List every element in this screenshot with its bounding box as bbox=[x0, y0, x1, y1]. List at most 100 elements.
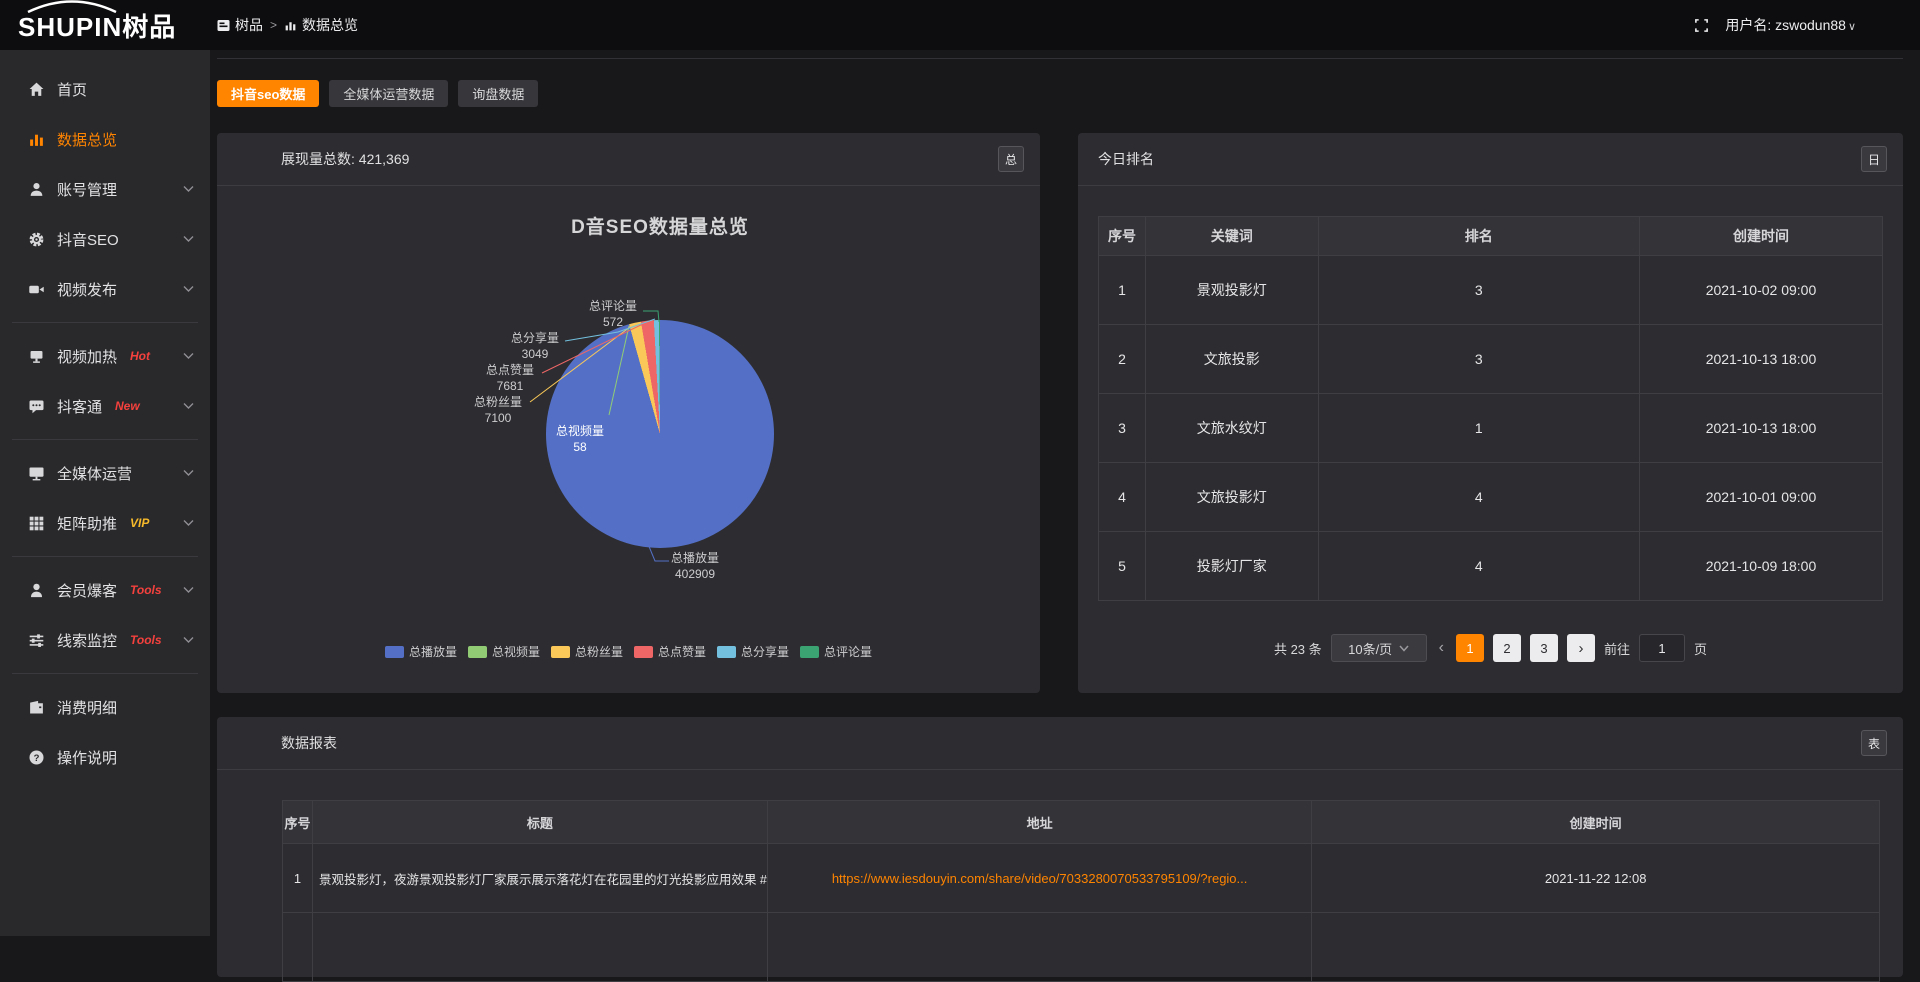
pie-label: 总播放量402909 bbox=[645, 550, 745, 582]
sidebar-badge: Tools bbox=[130, 633, 162, 647]
cell-rank: 1 bbox=[1318, 394, 1639, 463]
cell-keyword: 文旅投影 bbox=[1146, 325, 1318, 394]
legend-item[interactable]: 总点赞量 bbox=[634, 643, 706, 660]
sidebar-item-douketong[interactable]: 抖客通New bbox=[0, 381, 210, 431]
legend-item[interactable]: 总分享量 bbox=[717, 643, 789, 660]
page-size-select[interactable]: 10条/页 bbox=[1331, 634, 1427, 662]
gear-icon bbox=[28, 231, 45, 248]
table-row: 1景观投影灯，夜游景观投影灯厂家展示展示落花灯在花园里的灯光投影应用效果 #ht… bbox=[283, 844, 1880, 913]
sidebar-item-instructions[interactable]: ?操作说明 bbox=[0, 732, 210, 782]
cell-rank: 4 bbox=[1318, 532, 1639, 601]
legend-label: 总粉丝量 bbox=[575, 643, 623, 660]
sidebar-item-lead-monitor[interactable]: 线索监控Tools bbox=[0, 615, 210, 665]
sidebar-item-label: 消费明细 bbox=[57, 697, 117, 718]
sidebar-divider bbox=[12, 556, 198, 557]
column-header: 创建时间 bbox=[1639, 217, 1882, 256]
sidebar-menu: 首页数据总览账号管理抖音SEO 视频发布视频加热Hot抖客通New 全媒体运营矩阵助… bbox=[0, 50, 210, 936]
home-icon bbox=[28, 81, 45, 98]
sidebar-item-douyin-seo[interactable]: 抖音SEO bbox=[0, 214, 210, 264]
video-link[interactable]: https://www.iesdouyin.com/share/video/70… bbox=[767, 844, 1311, 913]
sidebar-item-member-tools[interactable]: 会员爆客Tools bbox=[0, 565, 210, 615]
tab-douyin-seo-data[interactable]: 抖音seo数据 bbox=[217, 80, 319, 107]
legend-item[interactable]: 总评论量 bbox=[800, 643, 872, 660]
tab-inquiry-data[interactable]: 询盘数据 bbox=[458, 80, 538, 107]
cell-rank: 3 bbox=[1318, 256, 1639, 325]
sidebar-item-account-management[interactable]: 账号管理 bbox=[0, 164, 210, 214]
bar-chart-icon bbox=[284, 19, 297, 32]
cell-rank: 4 bbox=[1318, 463, 1639, 532]
breadcrumb-root-label: 树品 bbox=[235, 15, 263, 35]
page-button-2[interactable]: 2 bbox=[1493, 634, 1521, 662]
sidebar-item-home[interactable]: 首页 bbox=[0, 64, 210, 114]
pagination: 共 23 条 10条/页 ‹ 123 › 前往 页 bbox=[1078, 634, 1903, 662]
sidebar-item-label: 全媒体运营 bbox=[57, 463, 132, 484]
cell-index: 2 bbox=[1099, 325, 1146, 394]
page-button-3[interactable]: 3 bbox=[1530, 634, 1558, 662]
main-divider bbox=[217, 58, 1903, 59]
logo-arc bbox=[22, 0, 122, 13]
video-link[interactable] bbox=[767, 913, 1311, 982]
daily-view-button[interactable]: 日 bbox=[1861, 146, 1887, 172]
legend-item[interactable]: 总播放量 bbox=[385, 643, 457, 660]
username-label: 用户名: zswodun88 bbox=[1725, 17, 1846, 33]
cell-created: 2021-10-09 18:00 bbox=[1639, 532, 1882, 601]
prev-page-button[interactable]: ‹ bbox=[1436, 639, 1447, 657]
cell-keyword: 景观投影灯 bbox=[1146, 256, 1318, 325]
sidebar-item-expense-detail[interactable]: 消费明细 bbox=[0, 682, 210, 732]
table-row bbox=[283, 913, 1880, 982]
data-tabs: 抖音seo数据全媒体运营数据询盘数据 bbox=[217, 80, 538, 107]
breadcrumb-current-label: 数据总览 bbox=[302, 15, 358, 35]
pie-label-value: 402909 bbox=[645, 566, 745, 582]
sidebar-item-matrix-boost[interactable]: 矩阵助推 VIP bbox=[0, 498, 210, 548]
chevron-down-icon bbox=[183, 185, 194, 193]
sidebar-item-label: 抖音SEO bbox=[57, 229, 119, 250]
user-menu[interactable]: 用户名: zswodun88∨ bbox=[1725, 15, 1856, 35]
pie-label-value: 3049 bbox=[485, 346, 585, 362]
cell-title bbox=[312, 913, 767, 982]
legend-label: 总视频量 bbox=[492, 643, 540, 660]
chevron-down-icon bbox=[1399, 645, 1409, 652]
chevron-down-icon bbox=[183, 469, 194, 477]
sidebar-item-label: 视频发布 bbox=[57, 279, 117, 300]
video-camera-icon bbox=[28, 281, 45, 298]
pie-label: 总分享量3049 bbox=[485, 330, 585, 362]
page-button-1[interactable]: 1 bbox=[1456, 634, 1484, 662]
legend-item[interactable]: 总视频量 bbox=[468, 643, 540, 660]
column-header: 序号 bbox=[283, 801, 313, 844]
sidebar-item-data-overview[interactable]: 数据总览 bbox=[0, 114, 210, 164]
cell-created: 2021-10-13 18:00 bbox=[1639, 394, 1882, 463]
sidebar-item-label: 抖客通 bbox=[57, 396, 102, 417]
report-panel-header: 数据报表 表 bbox=[217, 717, 1903, 770]
table-row: 4文旅投影灯42021-10-01 09:00 bbox=[1099, 463, 1883, 532]
sidebar-item-video-heating[interactable]: 视频加热Hot bbox=[0, 331, 210, 381]
sidebar-item-video-publish[interactable]: 视频发布 bbox=[0, 264, 210, 314]
pie-label: 总点赞量7681 bbox=[460, 362, 560, 394]
cell-index: 3 bbox=[1099, 394, 1146, 463]
sliders-icon bbox=[28, 632, 45, 649]
next-page-button[interactable]: › bbox=[1567, 634, 1595, 662]
ranking-table: 序号关键词排名创建时间1景观投影灯32021-10-02 09:002文旅投影3… bbox=[1098, 216, 1883, 601]
cell-index: 4 bbox=[1099, 463, 1146, 532]
breadcrumb-current[interactable]: 数据总览 bbox=[284, 15, 358, 35]
goto-unit: 页 bbox=[1694, 639, 1707, 658]
pie-label-name: 总分享量 bbox=[485, 330, 585, 346]
pie-label: 总视频量58 bbox=[530, 423, 630, 455]
chevron-down-icon bbox=[183, 235, 194, 243]
report-panel-title: 数据报表 bbox=[281, 733, 337, 753]
column-header: 序号 bbox=[1099, 217, 1146, 256]
ranking-panel: 今日排名 日 序号关键词排名创建时间1景观投影灯32021-10-02 09:0… bbox=[1078, 133, 1903, 693]
goto-page-input[interactable] bbox=[1639, 634, 1685, 662]
cell-index: 5 bbox=[1099, 532, 1146, 601]
cell-keyword: 投影灯厂家 bbox=[1146, 532, 1318, 601]
overview-panel: 展现量总数: 421,369 总 D音SEO数据量总览 总播放量402909总视… bbox=[217, 133, 1040, 693]
fullscreen-icon[interactable] bbox=[1694, 18, 1709, 33]
sidebar-item-omni-media[interactable]: 全媒体运营 bbox=[0, 448, 210, 498]
legend-label: 总播放量 bbox=[409, 643, 457, 660]
legend-item[interactable]: 总粉丝量 bbox=[551, 643, 623, 660]
pie-label-name: 总播放量 bbox=[645, 550, 745, 566]
tab-omni-media-data[interactable]: 全媒体运营数据 bbox=[329, 80, 448, 107]
sidebar-badge: VIP bbox=[130, 516, 149, 530]
breadcrumb-root[interactable]: 树品 bbox=[217, 15, 263, 35]
table-view-button[interactable]: 表 bbox=[1861, 730, 1887, 756]
sidebar-item-label: 矩阵助推 bbox=[57, 513, 117, 534]
